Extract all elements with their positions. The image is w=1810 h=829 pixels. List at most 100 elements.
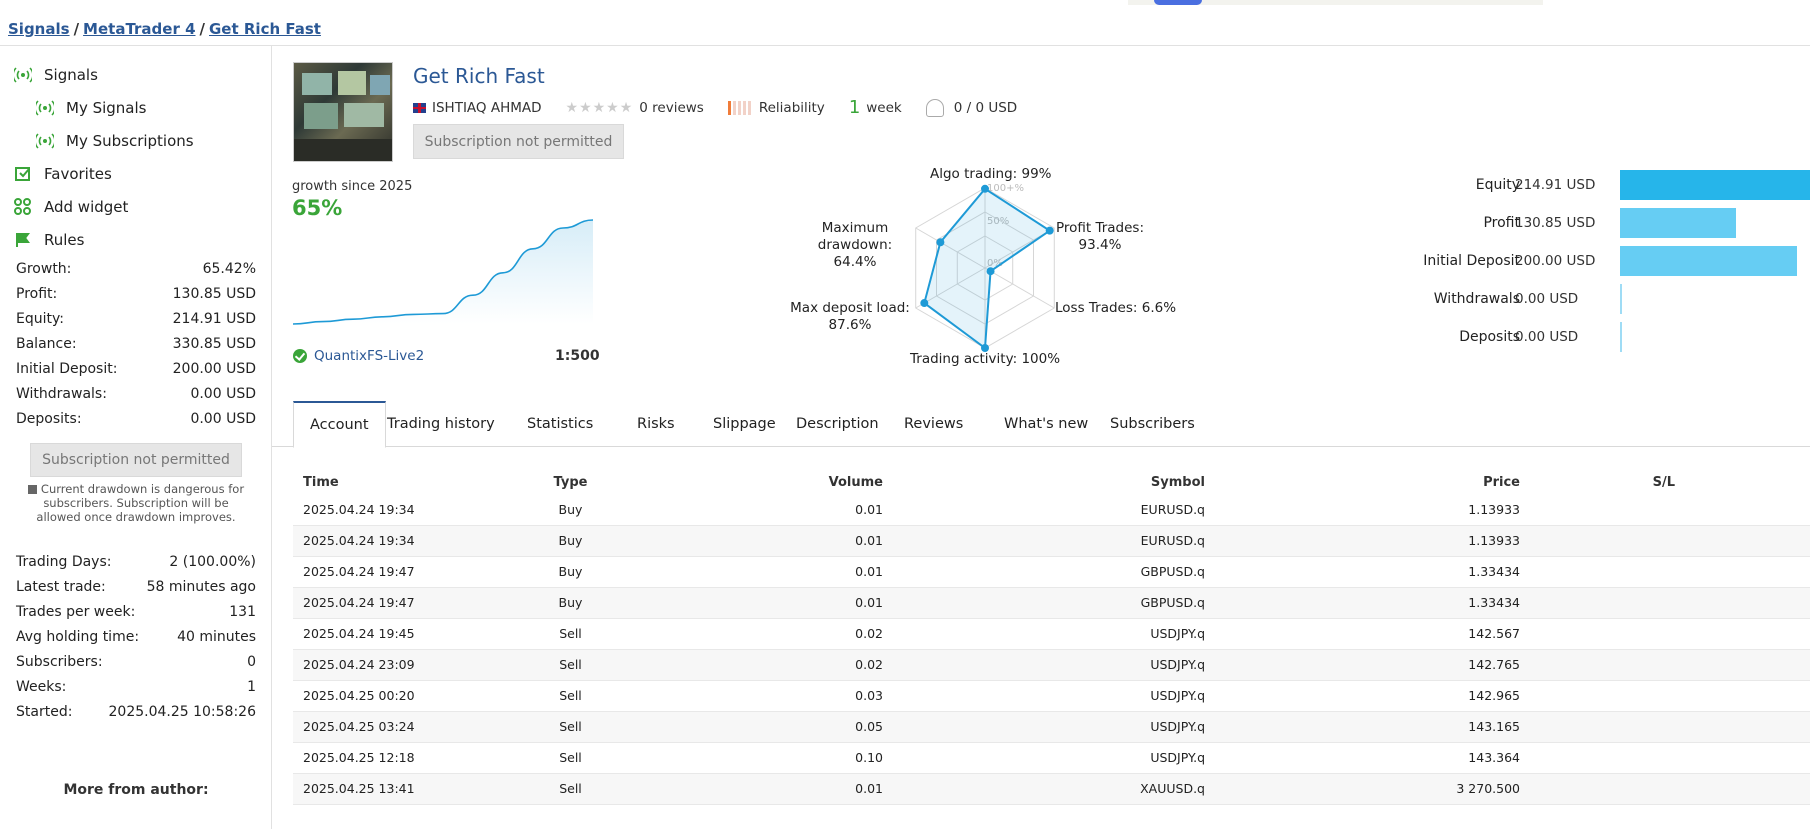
table-cell: Sell [533, 711, 608, 743]
money-bar-value: 214.91 USD [1515, 177, 1596, 193]
subscribe-button[interactable]: Subscription not permitted [413, 124, 624, 159]
table-cell: 2025.04.25 03:24 [293, 711, 533, 743]
col-sl[interactable]: S/L [1520, 470, 1675, 494]
more-from-author: More from author: [63, 782, 209, 798]
breadcrumb-current[interactable]: Get Rich Fast [209, 20, 321, 38]
table-cell: Buy [533, 525, 608, 557]
tab-subscribers[interactable]: Subscribers [1094, 401, 1211, 447]
table-row[interactable]: 2025.04.24 23:09 Sell 0.02 USDJPY.q 142.765 [293, 649, 1810, 681]
sidebar-item-my-signals[interactable]: My Signals [14, 91, 264, 124]
stat-label: Initial Deposit: [16, 360, 118, 377]
stat-row: Weeks: 1 [16, 674, 256, 699]
tab-description[interactable]: Description [780, 401, 895, 447]
money-bar-label: Withdrawals [1433, 291, 1520, 307]
stat-value: 200.00 USD [172, 360, 256, 377]
table-row[interactable]: 2025.04.24 19:45 Sell 0.02 USDJPY.q 142.567 [293, 618, 1810, 650]
radar-axis-label: Loss Trades: 6.6% [1055, 300, 1177, 316]
stat-row: Initial Deposit: 200.00 USD [16, 356, 256, 381]
top-strip-tab[interactable] [1154, 0, 1202, 5]
sidebar-item-favorites[interactable]: Favorites [14, 157, 264, 190]
broker-server[interactable]: QuantixFS-Live2 [293, 348, 424, 364]
breadcrumb: Signals / MetaTrader 4/Get Rich Fast [8, 20, 321, 38]
money-bar-label: Deposits [1459, 329, 1520, 345]
author[interactable]: ISHTIAQ AHMAD [413, 100, 542, 116]
stat-row: Growth: 65.42% [16, 256, 256, 281]
col-type[interactable]: Type [533, 470, 608, 494]
table-cell: USDJPY.q [883, 680, 1205, 712]
signal-title[interactable]: Get Rich Fast [413, 64, 545, 88]
table-cell: 0.01 [608, 494, 883, 526]
subscribers-price: 0 / 0 USD [925, 98, 1017, 117]
tab-trading-history[interactable]: Trading history [371, 401, 511, 447]
reliability-bar [737, 100, 741, 115]
table-row[interactable]: 2025.04.25 00:20 Sell 0.03 USDJPY.q 142.965 [293, 680, 1810, 712]
table-cell: 0.02 [608, 618, 883, 650]
subscribe-button-sidebar[interactable]: Subscription not permitted [30, 443, 242, 477]
table-row[interactable]: 2025.04.25 12:18 Sell 0.10 USDJPY.q 143.364 [293, 742, 1810, 774]
tab-bar: Account Trading history Statistics Risks Sli… [272, 401, 1810, 448]
tab-statistics[interactable]: Statistics [511, 401, 609, 447]
reviews[interactable]: ★★★★★ 0 reviews [566, 100, 704, 116]
tab-slippage[interactable]: Slippage [697, 401, 792, 447]
table-cell: 143.364 [1205, 742, 1520, 774]
growth-area [293, 220, 593, 324]
col-price[interactable]: Price [1205, 470, 1520, 494]
radar-point [920, 299, 929, 308]
tab-reviews[interactable]: Reviews [888, 401, 979, 447]
table-cell: Sell [533, 742, 608, 774]
table-cell: GBPUSD.q [883, 556, 1205, 588]
col-time[interactable]: Time [293, 470, 533, 494]
reliability: Reliability [727, 100, 825, 116]
table-row[interactable]: 2025.04.24 19:34 Buy 0.01 EURUSD.q 1.13933 [293, 525, 1810, 557]
breadcrumb-signals[interactable]: Signals [8, 20, 70, 38]
table-cell: 0.01 [608, 556, 883, 588]
subscribers-icon [925, 98, 944, 117]
table-row[interactable]: 2025.04.24 19:47 Buy 0.01 GBPUSD.q 1.33434 [293, 556, 1810, 588]
money-bar-value: 130.85 USD [1515, 215, 1596, 231]
radar-axis-label: Trading activity: 100% [910, 351, 1061, 367]
table-row[interactable]: 2025.04.25 03:24 Sell 0.05 USDJPY.q 143.165 [293, 711, 1810, 743]
radar-axis-label: Max deposit load: 87.6% [790, 300, 910, 333]
drawdown-warning: Current drawdown is dangerous for subscr… [20, 482, 252, 524]
tab-risks[interactable]: Risks [621, 401, 691, 447]
money-bar-fill [1620, 284, 1622, 314]
sidebar-item-add-widget[interactable]: Add widget [14, 190, 264, 223]
breadcrumb-metatrader[interactable]: MetaTrader 4 [83, 20, 195, 38]
table-cell: 1.13933 [1205, 525, 1520, 557]
stat-row: Equity: 214.91 USD [16, 306, 256, 331]
stat-value: 40 minutes [177, 628, 256, 645]
table-cell: 142.765 [1205, 649, 1520, 681]
growth-chart[interactable] [292, 198, 594, 328]
signal-avatar [293, 62, 393, 162]
col-volume[interactable]: Volume [608, 470, 883, 494]
table-cell: 3 270.500 [1205, 773, 1520, 805]
table-row[interactable]: 2025.04.25 13:41 Sell 0.01 XAUUSD.q 3 270.50… [293, 773, 1810, 805]
stat-value: 2025.04.25 10:58:26 [108, 703, 257, 720]
sidebar-item-rules[interactable]: Rules [14, 223, 264, 256]
stat-label: Avg holding time: [16, 628, 140, 645]
trading-stats: Trading Days: 2 (100.00%) Latest trade: 58 … [16, 549, 256, 724]
money-bar-row: Deposits 0.00 USD [1380, 322, 1810, 352]
rules-flag-icon [14, 231, 32, 249]
stat-value: 1 [247, 678, 256, 695]
col-symbol[interactable]: Symbol [883, 470, 1205, 494]
radar-point [981, 184, 989, 193]
tab-what-s-new[interactable]: What's new [988, 401, 1104, 447]
table-row[interactable]: 2025.04.24 19:34 Buy 0.01 EURUSD.q 1.13933 [293, 494, 1810, 526]
signal-antenna-icon [34, 99, 56, 117]
sidebar-item-signals[interactable]: Signals [12, 58, 264, 91]
money-bar-row: Withdrawals 0.00 USD [1380, 284, 1810, 314]
rating-stars-icon: ★★★★★ [565, 99, 634, 116]
stat-label: Trading Days: [16, 553, 112, 570]
stat-value: 330.85 USD [172, 335, 256, 352]
stat-label: Profit: [16, 285, 58, 302]
money-bar-label: Profit [1483, 215, 1520, 231]
table-row[interactable]: 2025.04.24 19:47 Buy 0.01 GBPUSD.q 1.33434 [293, 587, 1810, 619]
sidebar-item-my-subscriptions[interactable]: My Subscriptions [14, 124, 264, 157]
table-cell: 2025.04.24 19:34 [293, 525, 533, 557]
table-cell: Buy [533, 494, 608, 526]
sidebar: Signals My Signals My Subscriptions Favorit… [0, 46, 272, 829]
table-cell: GBPUSD.q [883, 587, 1205, 619]
sidebar-nav: Signals My Signals My Subscriptions Favorit… [12, 58, 264, 256]
stat-value: 58 minutes ago [146, 578, 256, 595]
